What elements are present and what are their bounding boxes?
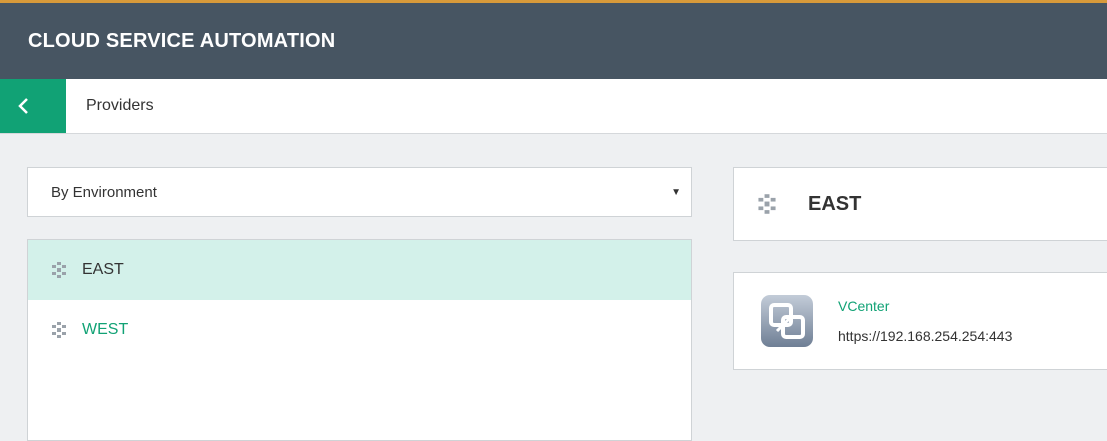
environment-cluster-icon bbox=[52, 322, 66, 338]
caret-down-icon: ▼ bbox=[671, 186, 681, 198]
app-header: CLOUD SERVICE AUTOMATION bbox=[0, 3, 1107, 79]
chevron-left-icon bbox=[18, 98, 28, 114]
list-item-label: EAST bbox=[82, 261, 124, 278]
environment-cluster-icon bbox=[52, 262, 66, 278]
app-title: CLOUD SERVICE AUTOMATION bbox=[28, 29, 336, 52]
provider-card: VCenter https://192.168.254.254:443 bbox=[733, 272, 1107, 370]
environment-cluster-icon bbox=[758, 194, 776, 214]
environment-header-card: EAST bbox=[733, 167, 1107, 241]
environment-panel: By Environment ▼ EAST WEST bbox=[27, 167, 692, 441]
vcenter-logo-icon bbox=[761, 295, 813, 347]
filter-dropdown-value: By Environment bbox=[51, 183, 157, 201]
list-item-label: WEST bbox=[82, 321, 129, 338]
breadcrumb-bar: Providers bbox=[0, 79, 1107, 134]
environment-detail-panel: EAST VCenter https://192.168.254.254:443 bbox=[733, 167, 1107, 370]
environment-list: EAST WEST bbox=[27, 239, 692, 441]
breadcrumb: Providers bbox=[86, 97, 154, 114]
filter-dropdown[interactable]: By Environment ▼ bbox=[27, 167, 692, 217]
provider-url: https://192.168.254.254:443 bbox=[838, 328, 1013, 344]
provider-info: VCenter https://192.168.254.254:443 bbox=[838, 298, 1012, 344]
provider-name-link[interactable]: VCenter bbox=[838, 298, 1012, 314]
back-button[interactable] bbox=[0, 79, 66, 133]
list-item-east[interactable]: EAST bbox=[28, 240, 691, 300]
environment-title: EAST bbox=[808, 192, 862, 215]
list-item-west[interactable]: WEST bbox=[28, 300, 691, 360]
